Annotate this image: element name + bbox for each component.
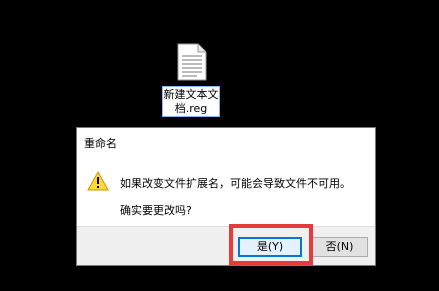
dialog-button-bar: 是(Y) 否(N) [77, 226, 375, 265]
warning-icon [87, 170, 109, 191]
dialog-question: 确实要更改吗? [120, 204, 192, 217]
text-file-icon[interactable] [177, 43, 207, 81]
dialog-title: 重命名 [84, 137, 117, 150]
yes-button[interactable]: 是(Y) [238, 237, 302, 257]
no-button[interactable]: 否(N) [311, 237, 368, 257]
dialog-message: 如果改变文件扩展名，可能会导致文件不可用。 [120, 177, 351, 190]
rename-dialog: 重命名 如果改变文件扩展名，可能会导致文件不可用。 确实要更改吗? 是(Y) 否… [76, 127, 376, 266]
desktop: 新建文本文档.reg 重命名 如果改变文件扩展名，可能会导致文件不可用。 确实要… [0, 0, 439, 291]
file-name-edit-box[interactable]: 新建文本文档.reg [162, 86, 220, 117]
